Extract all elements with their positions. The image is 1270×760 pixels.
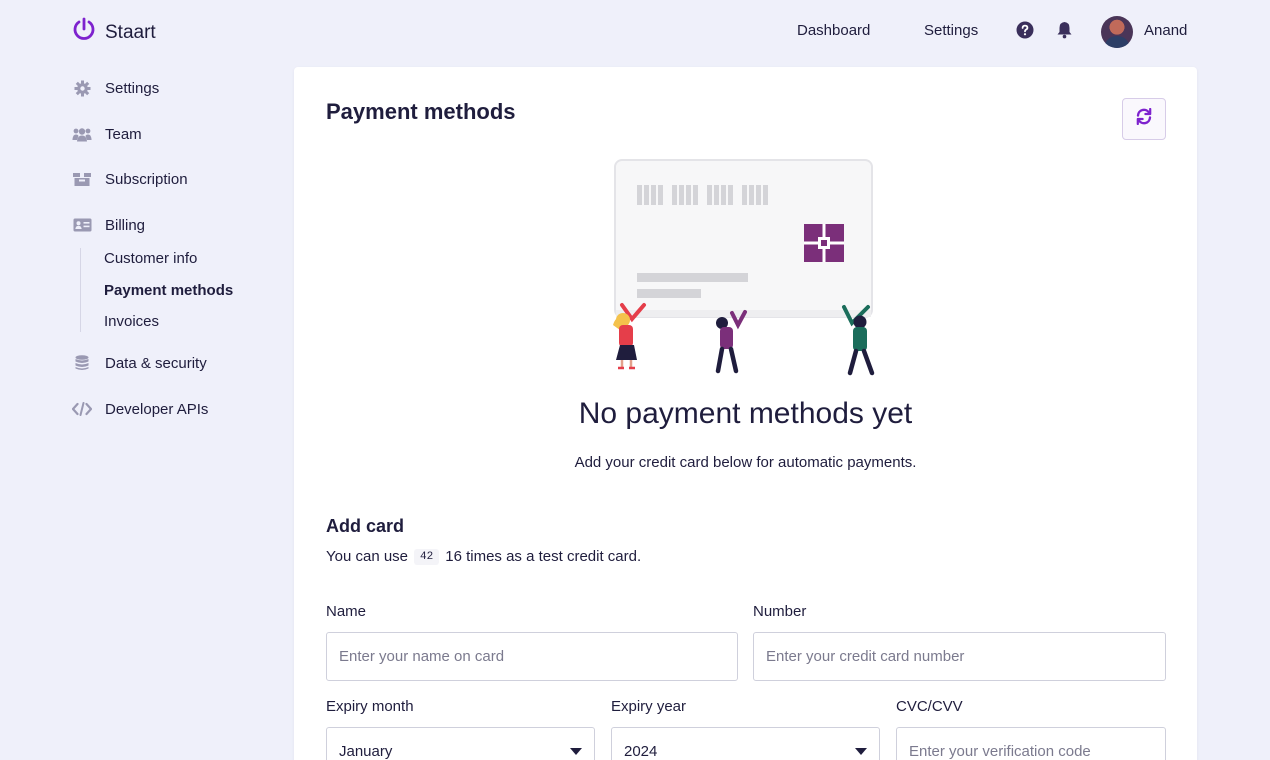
test-note-prefix: You can use: [326, 548, 409, 565]
name-label: Name: [326, 603, 367, 620]
empty-state-title: No payment methods yet: [578, 397, 913, 430]
sidebar-subitem-invoices[interactable]: Invoices: [104, 313, 159, 330]
sidebar-item-label: Data & security: [105, 354, 207, 372]
chevron-down-icon: [855, 748, 867, 755]
users-icon: [72, 125, 92, 143]
refresh-icon: [1135, 107, 1153, 130]
payment-methods-card: Payment methods No payment methods yet A…: [294, 67, 1197, 760]
test-card-code: 42: [414, 548, 440, 565]
gear-icon: [72, 79, 92, 97]
page-title: Payment methods: [326, 99, 516, 124]
test-note-suffix: 16 times as a test credit card.: [445, 548, 642, 565]
sidebar-item-label: Billing: [105, 216, 146, 234]
brand-logo[interactable]: Staart: [72, 17, 156, 48]
nav-dashboard-link[interactable]: Dashboard: [797, 22, 870, 39]
sidebar-item-data-security[interactable]: Data & security: [72, 354, 207, 372]
empty-state-subtitle: Add your credit card below for automatic…: [574, 454, 917, 471]
test-card-note: You can use 42 16 times as a test credit…: [326, 548, 641, 565]
sidebar-item-developer-apis[interactable]: Developer APIs: [72, 400, 208, 418]
expiry-month-value: January: [339, 743, 393, 760]
top-nav: Staart Dashboard Settings Anand: [0, 0, 1270, 64]
code-icon: [72, 400, 92, 418]
user-name[interactable]: Anand: [1144, 22, 1187, 39]
sidebar-item-label: Subscription: [105, 170, 188, 188]
sidebar-item-subscription[interactable]: Subscription: [72, 170, 188, 188]
refresh-button[interactable]: [1122, 98, 1166, 140]
sidebar-item-label: Developer APIs: [105, 400, 209, 418]
box-icon: [72, 170, 92, 188]
expiry-year-select[interactable]: 2024: [611, 727, 880, 760]
expiry-month-label: Expiry month: [326, 698, 414, 715]
sidebar-item-label: Settings: [105, 79, 160, 97]
help-icon[interactable]: [1016, 21, 1034, 39]
sidebar-item-billing[interactable]: Billing: [72, 216, 145, 234]
expiry-year-value: 2024: [624, 743, 658, 760]
cvc-label: CVC/CVV: [896, 698, 963, 715]
bell-icon[interactable]: [1056, 21, 1074, 39]
sidebar-item-label: Team: [105, 125, 142, 143]
number-label: Number: [753, 603, 807, 620]
sidebar-item-team[interactable]: Team: [72, 125, 142, 143]
database-icon: [72, 354, 92, 372]
id-card-icon: [72, 216, 92, 234]
sidebar-item-settings[interactable]: Settings: [72, 79, 159, 97]
power-icon: [72, 17, 96, 48]
add-card-title: Add card: [326, 516, 405, 536]
card-number-input[interactable]: [753, 632, 1166, 681]
chevron-down-icon: [570, 748, 582, 755]
sidebar-subitem-customer-info[interactable]: Customer info: [104, 250, 197, 267]
expiry-year-label: Expiry year: [611, 698, 687, 715]
cvc-input[interactable]: [896, 727, 1166, 760]
empty-card-illustration: [604, 155, 894, 385]
nav-settings-link[interactable]: Settings: [924, 22, 978, 39]
brand-name: Staart: [105, 21, 156, 43]
expiry-month-select[interactable]: January: [326, 727, 595, 760]
name-input[interactable]: [326, 632, 738, 681]
avatar[interactable]: [1101, 16, 1133, 48]
submenu-divider: [80, 248, 81, 332]
sidebar-subitem-payment-methods[interactable]: Payment methods: [104, 282, 233, 299]
